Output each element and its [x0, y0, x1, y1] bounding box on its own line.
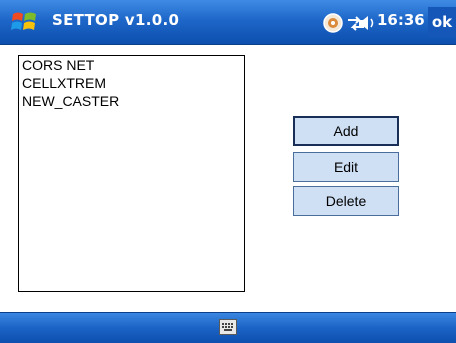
ok-button[interactable]: ok	[428, 7, 456, 37]
windows-start-icon[interactable]	[10, 8, 40, 36]
volume-icon[interactable]	[355, 12, 377, 34]
title-bar: SETTOP v1.0.0 16:36 ok	[0, 0, 456, 45]
keyboard-icon[interactable]	[219, 319, 237, 335]
list-item[interactable]: NEW_CASTER	[19, 92, 244, 110]
app-title: SETTOP v1.0.0	[52, 11, 180, 29]
clock: 16:36	[377, 11, 425, 29]
delete-button[interactable]: Delete	[293, 186, 399, 216]
menu-bar	[0, 312, 456, 343]
edit-button[interactable]: Edit	[293, 152, 399, 182]
connectivity-icon[interactable]	[322, 12, 344, 34]
list-item[interactable]: CELLXTREM	[19, 74, 244, 92]
add-button[interactable]: Add	[293, 116, 399, 146]
list-item[interactable]: CORS NET	[19, 56, 244, 74]
caster-list[interactable]: CORS NET CELLXTREM NEW_CASTER	[18, 55, 245, 292]
